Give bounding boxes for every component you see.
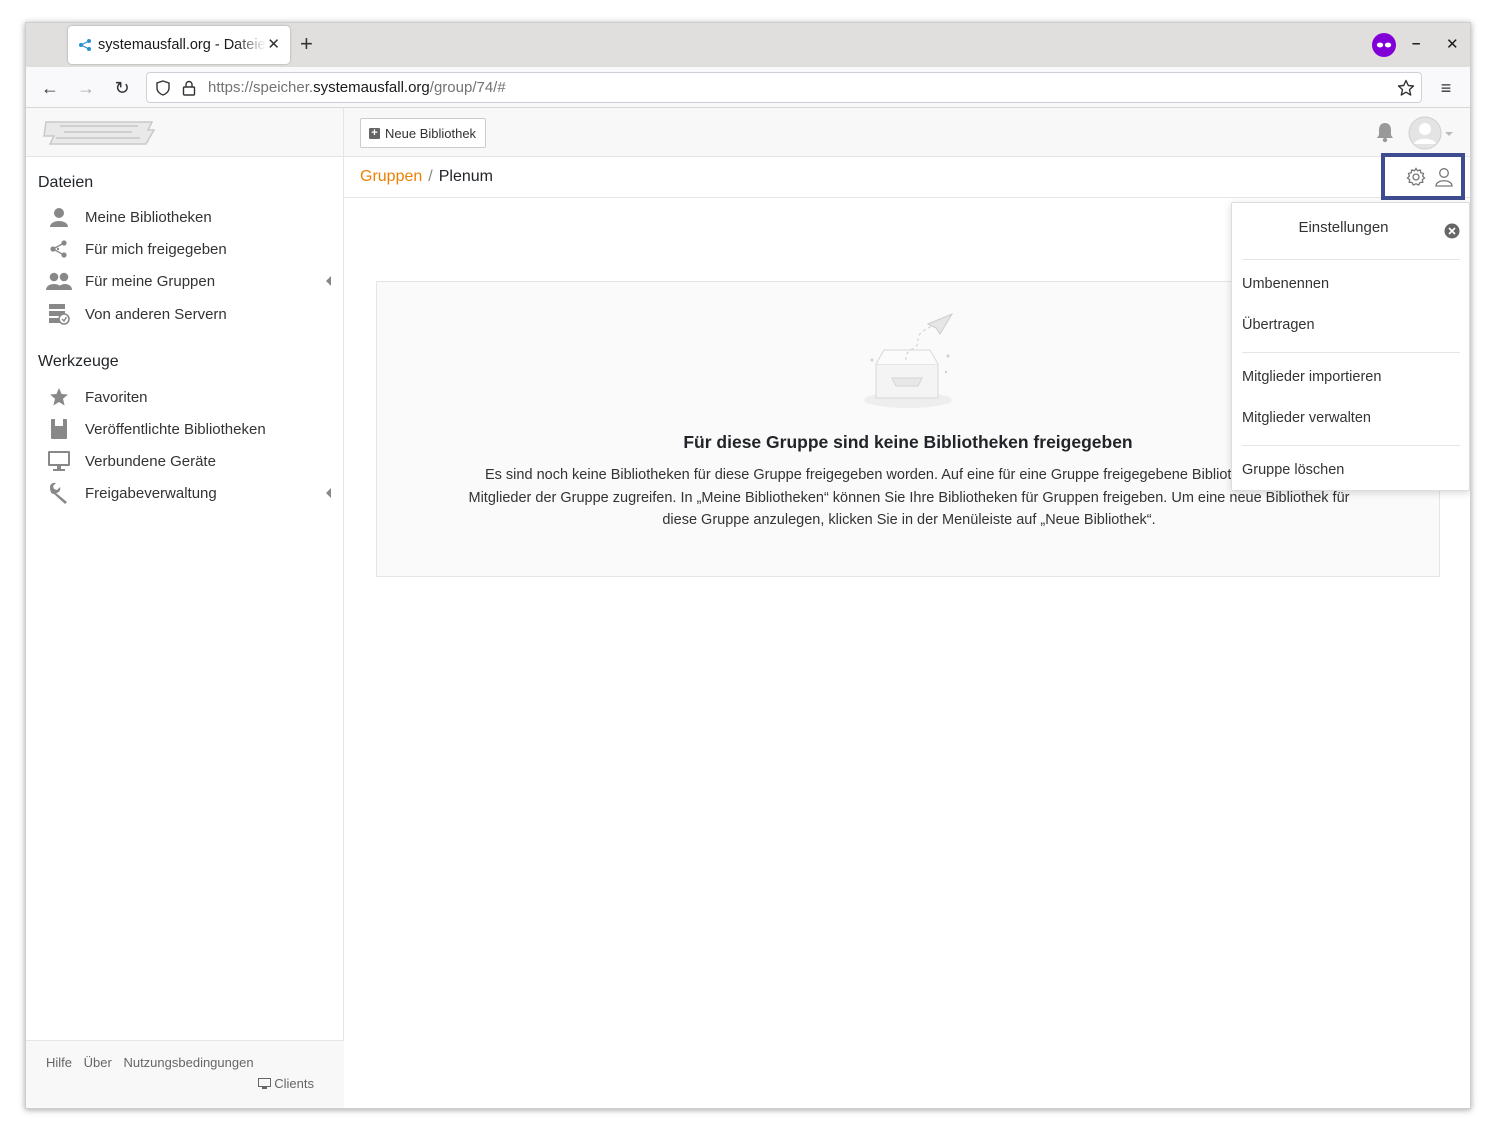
settings-popover: Einstellungen Umbenennen Übertragen Mitg…: [1231, 202, 1470, 491]
plus-icon: +: [369, 127, 380, 139]
hamburger-menu-icon[interactable]: ≡: [1434, 76, 1458, 100]
close-icon[interactable]: [1444, 223, 1460, 239]
popover-divider: [1242, 352, 1460, 353]
footer-links: Hilfe Über Nutzungsbedingungen: [46, 1055, 262, 1070]
delete-group-menu-item[interactable]: Gruppe löschen: [1242, 462, 1344, 478]
url-bar[interactable]: https://speicher.systemausfall.org/group…: [146, 72, 1422, 103]
sidebar-item-published-libraries[interactable]: Veröffentlichte Bibliotheken: [46, 414, 331, 444]
popover-divider: [1242, 445, 1460, 446]
lock-icon[interactable]: [182, 80, 196, 96]
desktop-icon: [258, 1077, 272, 1089]
tab-title: systemausfall.org - Dateien: [98, 37, 266, 53]
browser-tab[interactable]: systemausfall.org - Dateien ✕: [68, 26, 290, 64]
tools-heading: Werkzeuge: [38, 353, 119, 370]
popover-title: Einstellungen: [1298, 219, 1389, 236]
members-icon[interactable]: [1434, 167, 1454, 187]
files-heading: Dateien: [38, 174, 94, 191]
close-window-icon[interactable]: ✕: [1446, 35, 1459, 53]
wrench-icon: [50, 482, 67, 504]
shield-icon[interactable]: [155, 80, 171, 96]
star-icon: [50, 388, 68, 406]
avatar[interactable]: [1408, 115, 1456, 151]
gear-icon[interactable]: [1406, 167, 1426, 187]
minimize-icon[interactable]: –: [1412, 35, 1420, 52]
import-members-menu-item[interactable]: Mitglieder importieren: [1242, 369, 1381, 385]
share-icon: [50, 240, 67, 258]
rename-menu-item[interactable]: Umbenennen: [1242, 276, 1329, 292]
forward-icon[interactable]: →: [74, 76, 98, 100]
sidebar-item-my-libraries[interactable]: Meine Bibliotheken: [46, 202, 331, 232]
manage-members-menu-item[interactable]: Mitglieder verwalten: [1242, 410, 1371, 426]
path-bar: Gruppen / Plenum: [344, 153, 1470, 200]
clients-link[interactable]: Clients: [258, 1076, 314, 1091]
bookmark-star-icon[interactable]: [1397, 79, 1415, 97]
back-icon[interactable]: ←: [38, 76, 62, 100]
browser-window: systemausfall.org - Dateien ✕ + – ✕ ← → …: [25, 22, 1471, 1109]
url-text[interactable]: https://speicher.systemausfall.org/group…: [208, 79, 506, 96]
app: + Neue Bibliothek Dateien Meine Biblioth…: [26, 108, 1470, 1108]
topbar-separator: [343, 108, 344, 157]
user-icon: [50, 208, 68, 227]
sidebar-item-my-groups[interactable]: Für meine Gruppen: [46, 266, 331, 296]
breadcrumb-groups-link[interactable]: Gruppen: [360, 168, 422, 185]
sidebar-item-connected-devices[interactable]: Verbundene Geräte: [46, 446, 331, 476]
breadcrumb-current: Plenum: [438, 168, 493, 185]
server-icon: [49, 304, 70, 325]
sidebar: Dateien Meine Bibliotheken Für mich frei…: [26, 157, 344, 1108]
tab-bar: systemausfall.org - Dateien ✕ + – ✕: [26, 23, 1470, 67]
app-topbar: + Neue Bibliothek: [26, 108, 1470, 157]
monitor-icon: [48, 451, 70, 471]
bell-icon[interactable]: [1375, 121, 1395, 143]
private-mask-icon: [1372, 33, 1396, 57]
sidebar-item-favorites[interactable]: Favoriten: [46, 382, 331, 412]
caret-left-icon[interactable]: [326, 276, 331, 286]
nav-bar: ← → ↻ https://speicher.systemausfall.org…: [26, 67, 1470, 108]
terms-link[interactable]: Nutzungsbedingungen: [123, 1055, 253, 1070]
group-icon: [46, 272, 72, 290]
new-library-button[interactable]: + Neue Bibliothek: [360, 118, 487, 148]
popover-divider: [1242, 259, 1460, 260]
sidebar-item-other-servers[interactable]: Von anderen Servern: [46, 299, 331, 329]
tab-close-icon[interactable]: ✕: [267, 35, 280, 53]
help-link[interactable]: Hilfe: [46, 1055, 72, 1070]
new-tab-icon[interactable]: +: [300, 31, 313, 57]
sidebar-footer: Hilfe Über Nutzungsbedingungen Clients: [26, 1040, 344, 1108]
systemausfall-logo[interactable]: [42, 116, 156, 148]
transfer-menu-item[interactable]: Übertragen: [1242, 317, 1315, 333]
about-link[interactable]: Über: [84, 1055, 112, 1070]
book-icon: [51, 419, 67, 439]
empty-description: Es sind noch keine Bibliotheken für dies…: [468, 467, 1350, 528]
sidebar-item-shared-with-me[interactable]: Für mich freigegeben: [46, 234, 331, 264]
sidebar-item-share-admin[interactable]: Freigabeverwaltung: [46, 478, 331, 508]
caret-left-icon[interactable]: [326, 488, 331, 498]
share-favicon-icon: [79, 39, 91, 51]
empty-inbox-illustration: [864, 312, 954, 408]
reload-icon[interactable]: ↻: [110, 76, 134, 100]
breadcrumb: Gruppen / Plenum: [360, 168, 493, 185]
